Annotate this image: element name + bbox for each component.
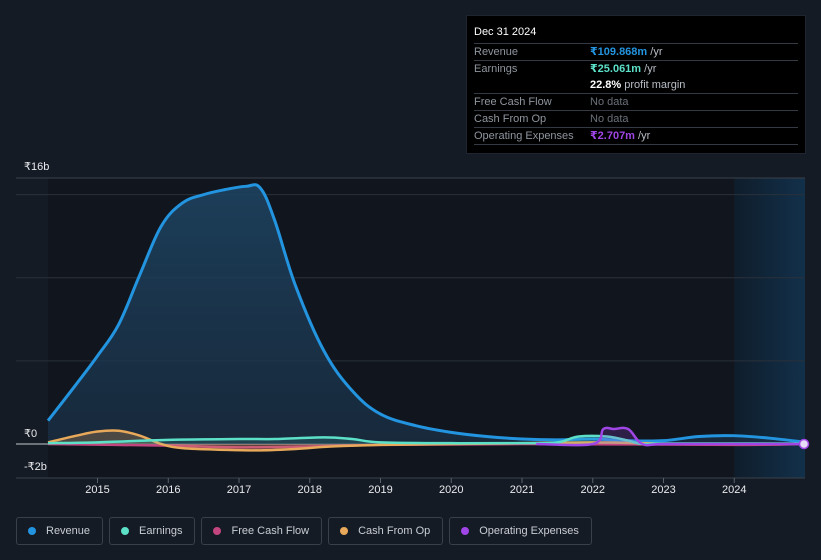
tooltip-row: Revenue ₹109.868m /yr [474, 44, 798, 61]
tooltip-row-label: Operating Expenses [474, 130, 574, 142]
y-tick-label-bottom: -₹2b [24, 461, 47, 473]
legend-label: Earnings [139, 525, 183, 537]
x-tick-label: 2017 [226, 484, 252, 496]
tooltip-row-value: ₹2.707m /yr [590, 130, 651, 142]
tooltip-row-label [474, 77, 590, 93]
forecast-region [734, 178, 805, 478]
legend-dot-icon [340, 527, 349, 535]
tooltip-row: Free Cash Flow No data [474, 94, 798, 111]
y-tick-label-zero: ₹0 [24, 428, 38, 440]
tooltip-row-value: No data [590, 96, 629, 108]
tooltip-row-label: Earnings [474, 63, 518, 75]
legend: Revenue Earnings Free Cash Flow Cash From O… [16, 517, 592, 545]
tooltip-row-label: Free Cash Flow [474, 96, 552, 108]
x-tick-label: 2019 [368, 484, 393, 496]
legend-label: Operating Expenses [479, 525, 579, 537]
legend-item-operating-expenses[interactable]: Operating Expenses [449, 517, 592, 545]
x-tick-label: 2016 [156, 484, 181, 496]
legend-item-revenue[interactable]: Revenue [16, 517, 104, 545]
tooltip-row: Cash From Op No data [474, 111, 798, 128]
legend-label: Free Cash Flow [231, 525, 310, 537]
legend-label: Cash From Op [358, 525, 431, 537]
tooltip-panel: Dec 31 2024 Revenue ₹109.868m /yr Earnings… [466, 15, 806, 154]
legend-item-earnings[interactable]: Earnings [109, 517, 196, 545]
legend-dot-icon [121, 527, 130, 535]
hover-marker [798, 438, 810, 450]
tooltip-row-label: Revenue [474, 46, 519, 58]
legend-dot-icon [461, 527, 470, 535]
legend-dot-icon [213, 527, 222, 535]
tooltip-row: Operating Expenses ₹2.707m /yr [474, 128, 798, 145]
x-tick-label: 2021 [509, 484, 535, 496]
x-tick-label: 2024 [722, 484, 747, 496]
x-tick-label: 2020 [439, 484, 464, 496]
tooltip-row-value: ₹109.868m /yr [590, 46, 663, 58]
x-tick-label: 2022 [580, 484, 605, 496]
x-tick-label: 2015 [85, 484, 110, 496]
x-tick-label: 2018 [297, 484, 323, 496]
tooltip-date: Dec 31 2024 [474, 24, 798, 44]
x-tick-label: 2023 [651, 484, 676, 496]
tooltip-row: Earnings ₹25.061m /yr [474, 61, 798, 77]
tooltip-row-value: No data [590, 113, 629, 125]
legend-item-free-cash-flow[interactable]: Free Cash Flow [201, 517, 323, 545]
y-tick-label-top: ₹16b [24, 161, 50, 173]
legend-dot-icon [28, 527, 36, 535]
tooltip-row-value: ₹25.061m /yr [590, 63, 657, 75]
tooltip-row: 22.8% profit margin [474, 77, 798, 94]
tooltip-row-label: Cash From Op [474, 113, 547, 125]
legend-label: Revenue [46, 525, 91, 537]
legend-item-cash-from-op[interactable]: Cash From Op [328, 517, 444, 545]
tooltip-row-value: 22.8% profit margin [590, 79, 686, 91]
